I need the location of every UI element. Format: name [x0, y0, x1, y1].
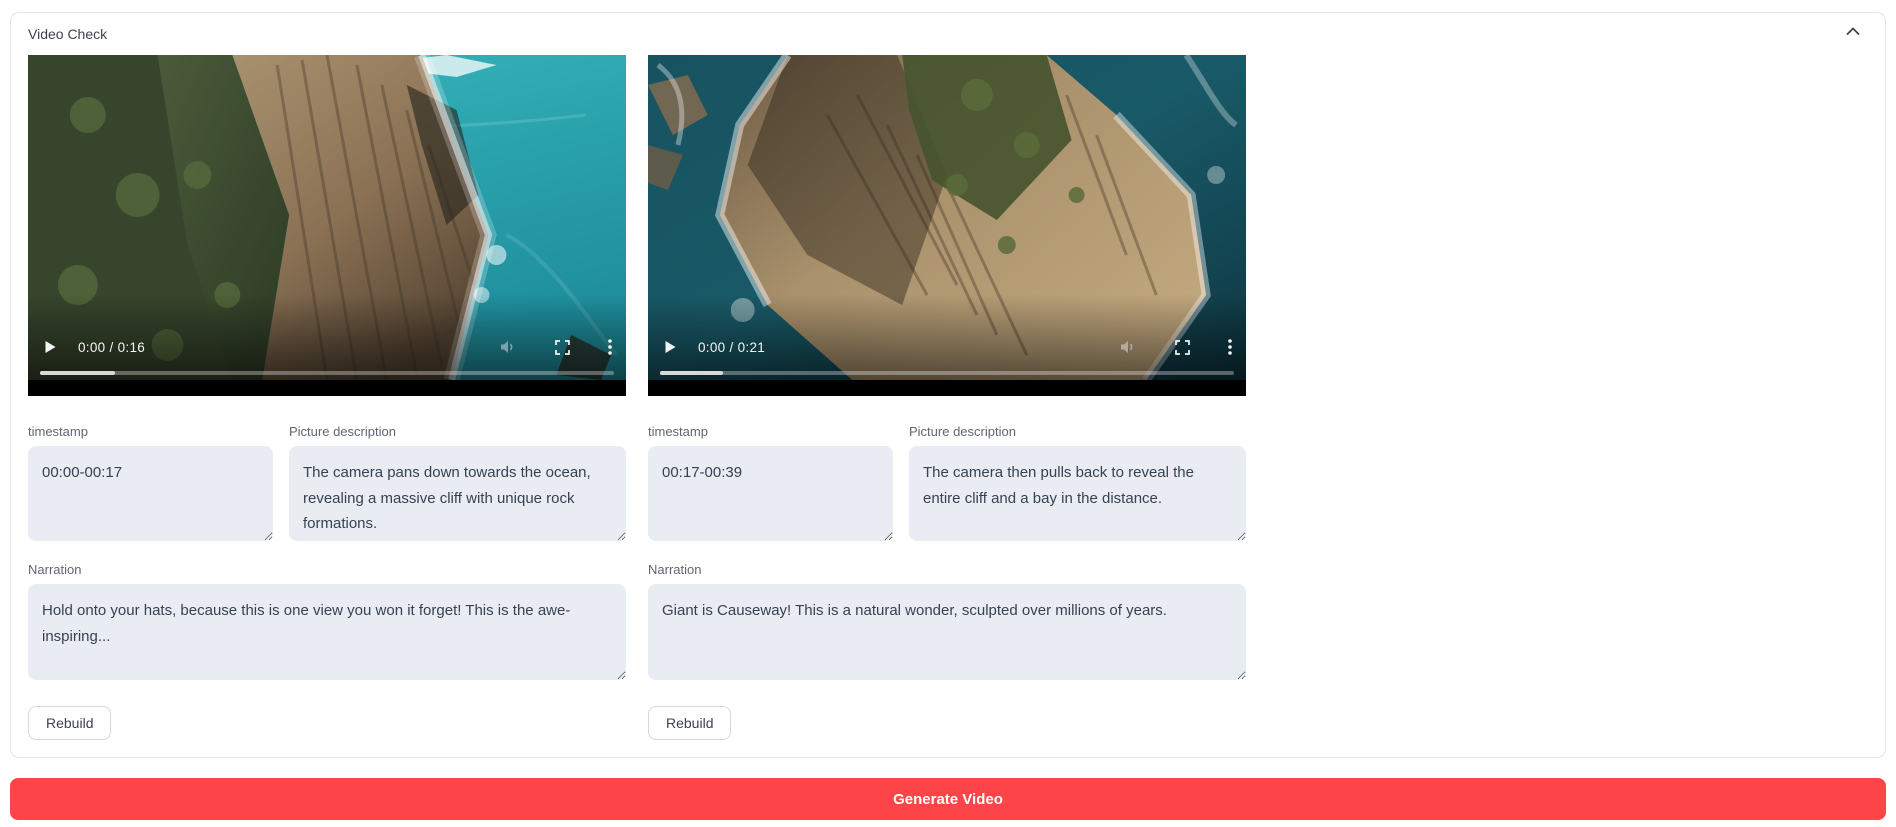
video-player-2[interactable]: 0:00 / 0:21 [648, 55, 1246, 396]
clip-1: 0:00 / 0:16 [28, 55, 626, 740]
narration-label: Narration [648, 562, 1246, 577]
time-display: 0:00 / 0:16 [78, 340, 145, 355]
narration-field-group: Narration Giant is Causeway! This is a n… [648, 562, 1246, 680]
overflow-menu-button[interactable] [608, 339, 612, 355]
timestamp-input[interactable]: 00:00-00:17 [28, 446, 273, 541]
panel-header: Video Check [28, 21, 1868, 42]
seek-bar-fill [40, 371, 115, 375]
narration-input[interactable]: Giant is Causeway! This is a natural won… [648, 584, 1246, 680]
clips-row: 0:00 / 0:16 [28, 55, 1868, 740]
seek-bar[interactable] [40, 371, 614, 375]
video-controls-2: 0:00 / 0:21 [662, 335, 1232, 359]
generate-video-button[interactable]: Generate Video [10, 778, 1886, 820]
play-button[interactable] [42, 339, 58, 355]
play-icon [42, 339, 58, 355]
picture-description-field-group: Picture description The camera then pull… [909, 424, 1246, 541]
play-icon [662, 339, 678, 355]
overflow-menu-icon [608, 339, 612, 355]
fullscreen-button[interactable] [555, 340, 570, 355]
mute-button[interactable] [1119, 339, 1137, 355]
collapse-panel-button[interactable] [1840, 21, 1866, 42]
seek-bar[interactable] [660, 371, 1234, 375]
video-player-1[interactable]: 0:00 / 0:16 [28, 55, 626, 396]
clip-2: 0:00 / 0:21 [648, 55, 1246, 740]
muted-speaker-icon [1119, 339, 1137, 355]
overflow-menu-button[interactable] [1228, 339, 1232, 355]
narration-field-group: Narration Hold onto your hats, because t… [28, 562, 626, 680]
time-display: 0:00 / 0:21 [698, 340, 765, 355]
narration-input[interactable]: Hold onto your hats, because this is one… [28, 584, 626, 680]
picture-description-label: Picture description [909, 424, 1246, 439]
timestamp-field-group: timestamp 00:17-00:39 [648, 424, 893, 541]
seek-bar-fill [660, 371, 723, 375]
video-check-panel: Video Check [10, 12, 1886, 758]
fullscreen-icon [1175, 340, 1190, 355]
timestamp-label: timestamp [28, 424, 273, 439]
timestamp-field-group: timestamp 00:00-00:17 [28, 424, 273, 541]
video-controls-1: 0:00 / 0:16 [42, 335, 612, 359]
picture-description-field-group: Picture description The camera pans down… [289, 424, 626, 541]
fullscreen-button[interactable] [1175, 340, 1190, 355]
muted-speaker-icon [499, 339, 517, 355]
fullscreen-icon [555, 340, 570, 355]
overflow-menu-icon [1228, 339, 1232, 355]
chevron-up-icon [1846, 27, 1860, 36]
picture-description-input[interactable]: The camera then pulls back to reveal the… [909, 446, 1246, 541]
picture-description-input[interactable]: The camera pans down towards the ocean, … [289, 446, 626, 541]
play-button[interactable] [662, 339, 678, 355]
picture-description-label: Picture description [289, 424, 626, 439]
timestamp-label: timestamp [648, 424, 893, 439]
rebuild-button[interactable]: Rebuild [28, 706, 111, 740]
rebuild-button[interactable]: Rebuild [648, 706, 731, 740]
mute-button[interactable] [499, 339, 517, 355]
timestamp-input[interactable]: 00:17-00:39 [648, 446, 893, 541]
narration-label: Narration [28, 562, 626, 577]
panel-title: Video Check [28, 21, 107, 42]
